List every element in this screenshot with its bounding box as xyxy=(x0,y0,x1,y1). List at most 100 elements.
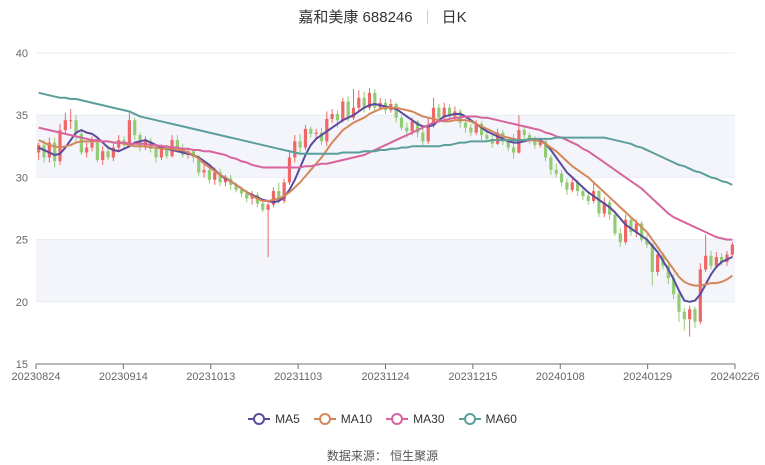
legend-label: MA60 xyxy=(485,412,517,426)
x-tick-label: 20230914 xyxy=(99,371,148,383)
candle-body xyxy=(565,182,569,190)
legend-swatch xyxy=(386,413,409,425)
x-tick-label: 20231013 xyxy=(186,371,235,383)
candle-body xyxy=(693,309,697,322)
x-tick-label: 20240108 xyxy=(536,371,585,383)
candle-body xyxy=(373,92,377,108)
candle-body xyxy=(207,169,212,180)
candle-body xyxy=(95,142,99,160)
candle-body xyxy=(426,125,430,142)
grid-band xyxy=(36,239,735,302)
candle-body xyxy=(357,97,361,108)
candle-body xyxy=(522,130,526,136)
candle-body xyxy=(303,128,308,148)
candle-body xyxy=(133,120,137,136)
candle xyxy=(565,178,569,195)
candle xyxy=(261,201,265,213)
candle-body xyxy=(570,182,574,190)
candle-body xyxy=(709,255,713,266)
y-tick-label: 25 xyxy=(16,235,28,247)
candle-body xyxy=(287,157,292,183)
candle-body xyxy=(581,191,585,197)
candle-body xyxy=(127,120,131,146)
candle-body xyxy=(58,130,62,162)
x-tick-label: 20240226 xyxy=(711,371,760,383)
candle-body xyxy=(85,147,89,153)
candle xyxy=(389,99,393,113)
candlestick-chart: 15 20 25 30 35 40 20230824 20230914 20231013 2023… xyxy=(12,48,760,383)
candle xyxy=(624,214,628,245)
y-tick-label: 15 xyxy=(16,359,28,371)
candle-body xyxy=(410,121,414,132)
candle-body xyxy=(154,148,158,158)
legend-item-ma30[interactable]: MA30 xyxy=(386,412,445,426)
candle xyxy=(693,306,697,328)
candle-body xyxy=(314,132,318,134)
candle xyxy=(303,125,308,151)
legend-label: MA5 xyxy=(275,412,300,426)
legend-item-ma5[interactable]: MA5 xyxy=(248,412,300,426)
candle xyxy=(271,187,276,208)
candle-body xyxy=(106,151,110,158)
candle xyxy=(640,220,644,243)
candle-body xyxy=(261,203,265,210)
candle-body xyxy=(613,214,617,234)
candle-body xyxy=(330,113,334,119)
candle-body xyxy=(618,233,622,243)
candle-body xyxy=(309,128,313,134)
legend-item-ma60[interactable]: MA60 xyxy=(458,412,517,426)
candle xyxy=(613,212,617,236)
legend-label: MA10 xyxy=(340,412,373,426)
legend-swatch xyxy=(248,413,271,425)
candle-body xyxy=(63,120,67,131)
x-tick-label: 20230824 xyxy=(12,371,61,383)
candle-body xyxy=(335,113,340,121)
candle-body xyxy=(159,148,163,158)
candle xyxy=(591,182,596,204)
candle-body xyxy=(101,151,105,160)
candle-body xyxy=(511,147,516,153)
candle-body xyxy=(554,169,558,174)
candle-body xyxy=(549,157,553,170)
candle-body xyxy=(469,127,473,133)
candle-body xyxy=(656,254,660,272)
candle-body xyxy=(69,120,73,122)
candle-body xyxy=(597,191,601,214)
candle-body xyxy=(682,311,686,320)
y-tick-label: 30 xyxy=(16,172,28,184)
candle xyxy=(373,89,377,112)
candle-body xyxy=(650,244,654,272)
candle-body xyxy=(559,173,564,183)
candle-body xyxy=(421,132,425,142)
candle-body xyxy=(399,117,404,128)
legend-swatch xyxy=(458,413,481,425)
candle xyxy=(570,178,574,193)
candle-body xyxy=(293,141,297,158)
legend-label: MA30 xyxy=(413,412,445,426)
candle-body xyxy=(714,257,718,266)
data-source: 数据来源： 恒生聚源 xyxy=(326,449,439,463)
legend: MA5 MA10 MA30 MA60 xyxy=(0,412,765,428)
x-tick-label: 20231215 xyxy=(448,371,497,383)
candle xyxy=(282,178,286,204)
x-tick-label: 20240129 xyxy=(623,371,672,383)
candle xyxy=(602,197,606,218)
candle xyxy=(250,191,254,205)
candle xyxy=(608,199,612,220)
y-tick-label: 40 xyxy=(16,48,28,60)
candle-body xyxy=(463,122,468,128)
candle xyxy=(677,291,681,322)
candle-body xyxy=(677,294,681,312)
legend-item-ma10[interactable]: MA10 xyxy=(313,412,373,426)
candle xyxy=(597,189,601,218)
candle-body xyxy=(688,309,692,320)
candle-body xyxy=(202,169,206,173)
candle-body xyxy=(298,141,302,148)
candle xyxy=(688,305,692,337)
candle-body xyxy=(437,107,441,118)
candle-body xyxy=(213,172,217,180)
candle-body xyxy=(90,142,94,148)
candle-body xyxy=(266,204,270,210)
x-tick-label: 20231103 xyxy=(274,371,322,383)
y-tick-label: 20 xyxy=(16,297,28,309)
